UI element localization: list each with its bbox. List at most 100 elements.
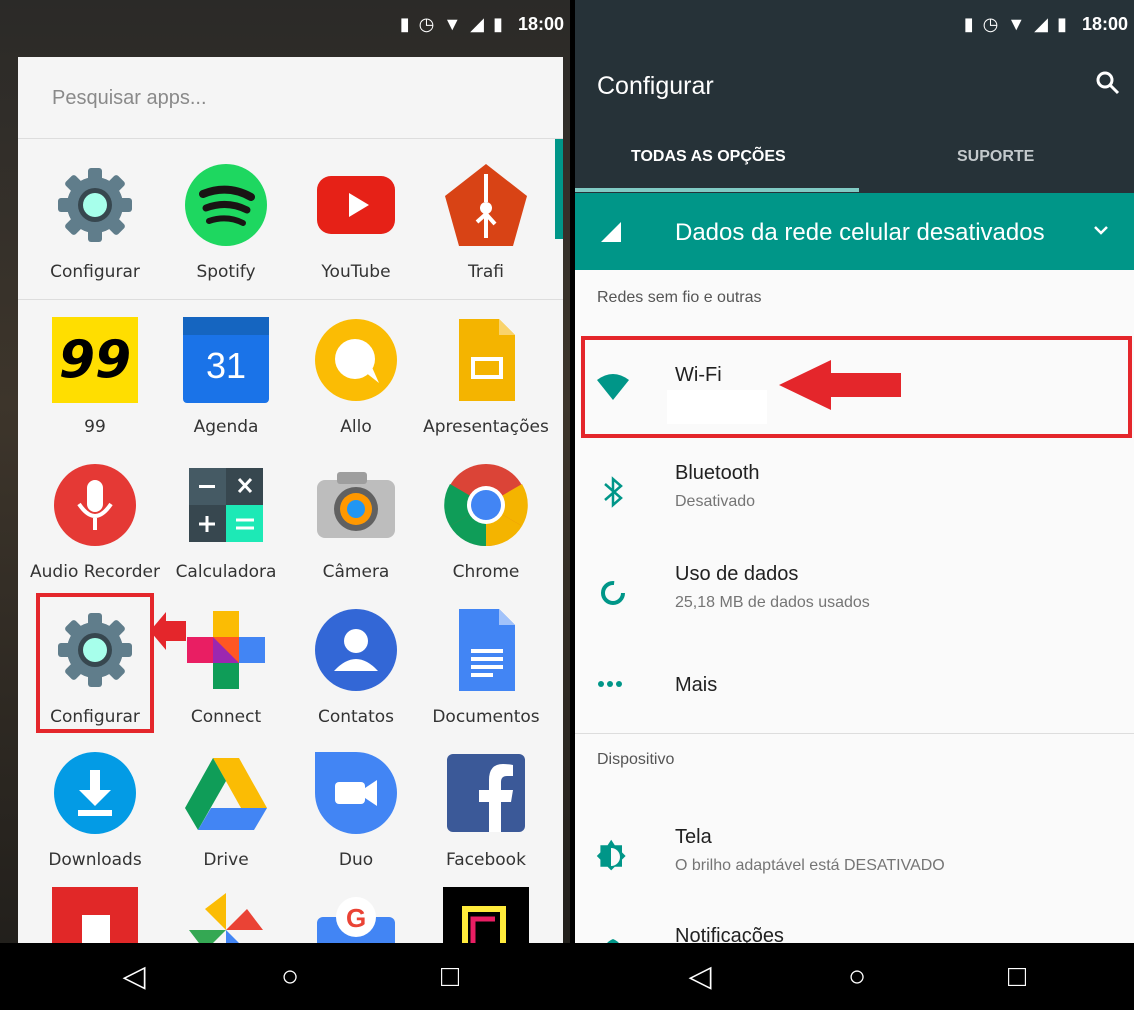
status-time: 18:00	[1081, 14, 1128, 34]
bluetooth-icon	[604, 476, 623, 508]
app-gboard[interactable]: G	[291, 887, 421, 943]
app-apresentacoes[interactable]: Apresentações	[421, 317, 551, 437]
app-label: Câmera	[322, 562, 390, 582]
mobile-data-banner[interactable]: Dados da rede celular desativados	[575, 193, 1134, 270]
back-button[interactable]: ◁	[680, 957, 720, 997]
back-button[interactable]: ◁	[114, 957, 154, 997]
trafi-icon	[443, 162, 529, 248]
brightness-icon	[596, 839, 626, 871]
app-drawer-screen: ▮ ◷ ▼ ◢ ▮ 18:00 Pesquisar apps... Config…	[0, 0, 570, 1010]
status-icons: ▮ ◷ ▼ ◢ ▮	[399, 14, 505, 34]
youtube-icon	[313, 162, 399, 248]
data-usage-icon	[601, 581, 625, 605]
red-arrow-left	[779, 360, 901, 410]
app-documentos[interactable]: Documentos	[421, 607, 551, 727]
app-trafi[interactable]: Trafi	[421, 162, 551, 282]
section-header-dispositivo: Dispositivo	[597, 751, 675, 768]
app-label: Apresentações	[423, 417, 549, 437]
page-title: Configurar	[597, 72, 714, 100]
banner-text: Dados da rede celular desativados	[675, 219, 1045, 246]
red-arrow-left	[150, 612, 186, 650]
app-youtube[interactable]: YouTube	[291, 162, 421, 282]
app-drawer: Pesquisar apps... Configurar Spotify You…	[18, 57, 563, 943]
app-row-partial: G	[18, 887, 563, 943]
app-label: Duo	[338, 850, 374, 870]
section-header-redes: Redes sem fio e outras	[597, 289, 762, 306]
app-label: Spotify	[196, 262, 256, 282]
app-label: Trafi	[467, 262, 504, 282]
search-placeholder: Pesquisar apps...	[52, 87, 207, 109]
app-photos[interactable]	[161, 887, 291, 943]
divider	[575, 733, 1134, 734]
camera-icon	[313, 462, 399, 548]
home-button[interactable]: ○	[837, 957, 877, 997]
facebook-icon	[443, 750, 529, 836]
calendar-day: 31	[205, 345, 247, 386]
app-configurar[interactable]: Configurar	[30, 162, 160, 282]
app-label: Connect	[190, 707, 262, 727]
app-99-icon-text: 99	[58, 330, 132, 390]
settings-item-tela[interactable]: Tela O brilho adaptável está DESATIVADO	[575, 808, 1134, 898]
highlight-box	[36, 593, 154, 733]
app-row: Configurar Spotify YouTube Trafi	[18, 162, 563, 302]
divider	[18, 299, 563, 300]
microphone-icon	[52, 462, 138, 548]
app-downloads[interactable]: Downloads	[30, 750, 160, 870]
allo-icon	[313, 317, 399, 403]
calculator-icon	[183, 462, 269, 548]
tab-todas-as-opcoes[interactable]: TODAS AS OPÇÕES	[631, 148, 786, 166]
drive-icon	[183, 750, 269, 836]
app-label: Downloads	[48, 850, 142, 870]
app-calculadora[interactable]: Calculadora	[161, 462, 291, 582]
app-dark[interactable]	[421, 887, 551, 943]
app-label: Documentos	[432, 707, 540, 727]
app-audio-recorder[interactable]: Audio Recorder	[30, 462, 160, 582]
app-agenda[interactable]: 31 Agenda	[161, 317, 291, 437]
item-title: Uso de dados	[675, 563, 799, 585]
connect-icon	[183, 607, 269, 693]
home-button[interactable]: ○	[270, 957, 310, 997]
item-subtitle: 25,18 MB de dados usados	[675, 594, 870, 611]
chrome-icon	[443, 462, 529, 548]
app-label: 99	[84, 417, 106, 437]
app-label: Agenda	[193, 417, 259, 437]
app-row: Downloads Drive Duo Facebook	[18, 750, 563, 890]
app-label: Configurar	[50, 262, 140, 282]
calendar-header	[183, 317, 269, 335]
tab-indicator	[575, 188, 859, 192]
gboard-icon: G	[313, 887, 399, 943]
app-row: Audio Recorder Calculadora Câmera Chrome	[18, 462, 563, 602]
settings-item-data-usage[interactable]: Uso de dados 25,18 MB de dados usados	[575, 545, 1134, 635]
settings-gear-icon	[52, 162, 138, 248]
app-allo[interactable]: Allo	[291, 317, 421, 437]
app-label: Contatos	[317, 707, 395, 727]
settings-item-mais[interactable]: Mais	[575, 640, 1134, 730]
app-duo[interactable]: Duo	[291, 750, 421, 870]
tab-suporte[interactable]: SUPORTE	[957, 148, 1034, 166]
app-99[interactable]: 99 99	[30, 317, 160, 437]
search-apps-input[interactable]: Pesquisar apps...	[18, 57, 563, 139]
status-bar: ▮ ◷ ▼ ◢ ▮ 18:00	[0, 0, 570, 46]
app-label: YouTube	[321, 262, 391, 282]
item-title: Mais	[675, 674, 718, 696]
settings-item-bluetooth[interactable]: Bluetooth Desativado	[575, 444, 1134, 534]
app-chrome[interactable]: Chrome	[421, 462, 551, 582]
app-row: 99 99 31 Agenda Allo Apresentações	[18, 317, 563, 457]
app-flipboard[interactable]	[30, 887, 160, 943]
recents-button[interactable]: □	[430, 957, 470, 997]
recents-button[interactable]: □	[997, 957, 1037, 997]
download-icon	[52, 750, 138, 836]
item-subtitle: O brilho adaptável está DESATIVADO	[675, 857, 945, 874]
slides-icon	[443, 317, 529, 403]
app-facebook[interactable]: Facebook	[421, 750, 551, 870]
app-drive[interactable]: Drive	[161, 750, 291, 870]
app-contatos[interactable]: Contatos	[291, 607, 421, 727]
search-icon[interactable]	[1095, 70, 1121, 96]
docs-icon	[443, 607, 529, 693]
spotify-icon	[183, 162, 269, 248]
app-label: Facebook	[446, 850, 526, 870]
app-label: Calculadora	[175, 562, 277, 582]
app-camera[interactable]: Câmera	[291, 462, 421, 582]
chevron-down-icon[interactable]	[1093, 225, 1109, 237]
app-spotify[interactable]: Spotify	[161, 162, 291, 282]
